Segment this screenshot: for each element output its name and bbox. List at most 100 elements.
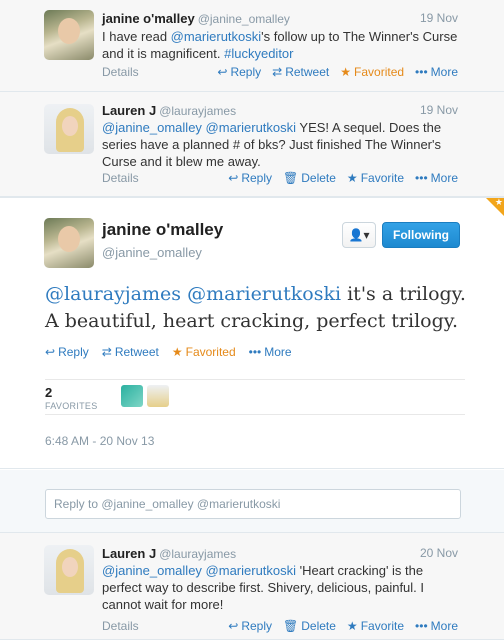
reply-action[interactable]: ↩ Reply (217, 65, 261, 79)
mention-link[interactable]: @marierutkoski (187, 283, 341, 305)
favorited-action[interactable]: ★ Favorited (340, 65, 404, 79)
mention-link[interactable]: @marierutkoski (206, 563, 297, 578)
tweet-date[interactable]: 19 Nov (420, 103, 458, 117)
favorite-action[interactable]: ★ Favorite (347, 619, 404, 633)
favorites-stats[interactable]: 2 FAVORITES (45, 379, 465, 415)
favorited-action[interactable]: ★ Favorited (172, 345, 236, 359)
delete-action[interactable]: 🗑 Delete (283, 171, 336, 185)
avatar[interactable] (44, 10, 94, 60)
author-handle: @janine_omalley (197, 12, 290, 26)
tweet-date[interactable]: 19 Nov (420, 11, 458, 25)
author-handle[interactable]: @janine_omalley (102, 245, 202, 260)
avatar[interactable] (44, 545, 94, 595)
mention-link[interactable]: @laurayjames (45, 283, 181, 305)
tweet-actions: Details ↩ Reply ⇄ Retweet ★ Favorited ••• Mo… (102, 65, 458, 81)
retweet-action[interactable]: ⇄ Retweet (272, 65, 329, 79)
following-button[interactable]: Following (382, 222, 460, 248)
trash-icon: 🗑 (283, 171, 299, 185)
follow-controls: 👤▾ Following (342, 222, 460, 248)
reply-icon: ↩ (228, 619, 239, 633)
retweet-action[interactable]: ⇄ Retweet (102, 345, 159, 359)
reply-action[interactable]: ↩ Reply (228, 171, 272, 185)
favorited-label: Favorited (185, 345, 236, 359)
details-link[interactable]: Details (102, 65, 139, 79)
favorites-label: FAVORITES (45, 401, 98, 411)
user-actions-dropdown[interactable]: 👤▾ (342, 222, 376, 248)
more-action[interactable]: ••• More (249, 345, 292, 359)
details-link[interactable]: Details (102, 619, 139, 633)
author-name: janine o'malley (102, 11, 195, 26)
delete-action[interactable]: 🗑 Delete (283, 619, 336, 633)
mention-link[interactable]: @janine_omalley (102, 120, 202, 135)
favorite-label: Favorite (360, 619, 405, 633)
delete-label: Delete (301, 619, 336, 633)
reply-icon: ↩ (217, 65, 228, 79)
tweet-actions: Details ↩ Reply 🗑 Delete ★ Favorite ••• More (102, 619, 458, 635)
mention-link[interactable]: @marierutkoski (171, 29, 262, 44)
tweet-text: @janine_omalley @marierutkoski YES! A se… (102, 119, 462, 170)
tweet-author[interactable]: Lauren J @laurayjames (102, 546, 236, 561)
tweet-text: @janine_omalley @marierutkoski 'Heart cr… (102, 562, 462, 613)
reply-label: Reply (241, 171, 272, 185)
avatar[interactable] (44, 218, 94, 268)
more-label: More (430, 65, 458, 79)
tweet-actions: ↩ Reply ⇄ Retweet ★ Favorited ••• More (45, 345, 292, 361)
reply-input[interactable]: Reply to @janine_omalley @marierutkoski (45, 489, 461, 519)
tweet-text: I have read @marierutkoski's follow up t… (102, 28, 462, 62)
retweet-icon: ⇄ (101, 345, 112, 359)
tweet-janine-1[interactable]: janine o'malley @janine_omalley 19 Nov I … (0, 0, 504, 92)
tweet-date[interactable]: 20 Nov (420, 546, 458, 560)
author-name: Lauren J (102, 546, 157, 561)
tweet-text-part: I have read (102, 29, 171, 44)
author-name[interactable]: janine o'malley (102, 220, 223, 240)
favorited-label: Favorited (354, 65, 405, 79)
more-dots-icon: ••• (248, 345, 262, 359)
favoriter-avatar[interactable] (147, 385, 169, 407)
more-dots-icon: ••• (415, 65, 428, 79)
retweet-label: Retweet (114, 345, 159, 359)
star-icon: ★ (346, 619, 358, 633)
tweet-author[interactable]: janine o'malley @janine_omalley (102, 11, 290, 26)
tweet-timestamp[interactable]: 6:48 AM - 20 Nov 13 (45, 434, 154, 448)
expanded-tweet: ★ janine o'malley @janine_omalley 👤▾ Fol… (0, 197, 504, 469)
reply-label: Reply (58, 345, 89, 359)
mention-link[interactable]: @janine_omalley (102, 563, 202, 578)
avatar[interactable] (44, 104, 94, 154)
person-icon: 👤▾ (348, 228, 370, 242)
reply-icon: ↩ (45, 345, 56, 359)
favoriter-avatar[interactable] (121, 385, 143, 407)
reply-icon: ↩ (228, 171, 239, 185)
tweet-actions: Details ↩ Reply 🗑 Delete ★ Favorite ••• More (102, 171, 458, 187)
author-handle: @laurayjames (159, 104, 237, 118)
more-action[interactable]: ••• More (415, 171, 458, 185)
retweet-label: Retweet (285, 65, 330, 79)
more-action[interactable]: ••• More (415, 65, 458, 79)
tweet-lauren-2[interactable]: Lauren J @laurayjames 20 Nov @janine_omal… (0, 532, 504, 640)
tweet-lauren-1[interactable]: Lauren J @laurayjames 19 Nov @janine_omal… (0, 92, 504, 197)
favorite-action[interactable]: ★ Favorite (347, 171, 404, 185)
mention-link[interactable]: @marierutkoski (206, 120, 297, 135)
reply-area: Reply to @janine_omalley @marierutkoski (0, 470, 504, 532)
more-dots-icon: ••• (415, 619, 428, 633)
favorites-count: 2 (45, 385, 53, 400)
retweet-icon: ⇄ (272, 65, 283, 79)
star-icon: ★ (340, 65, 352, 79)
hashtag-link[interactable]: #luckyeditor (224, 46, 293, 61)
star-icon: ★ (346, 171, 358, 185)
details-link[interactable]: Details (102, 171, 139, 185)
star-icon: ★ (494, 197, 503, 207)
more-action[interactable]: ••• More (415, 619, 458, 633)
reply-label: Reply (241, 619, 272, 633)
author-name: Lauren J (102, 103, 157, 118)
more-label: More (430, 171, 458, 185)
delete-label: Delete (301, 171, 336, 185)
trash-icon: 🗑 (283, 619, 299, 633)
tweet-text: @laurayjames @marierutkoski it's a trilo… (45, 281, 475, 335)
more-label: More (264, 345, 292, 359)
favorite-label: Favorite (360, 171, 405, 185)
tweet-author[interactable]: Lauren J @laurayjames (102, 103, 236, 118)
reply-action[interactable]: ↩ Reply (45, 345, 89, 359)
reply-action[interactable]: ↩ Reply (228, 619, 272, 633)
more-label: More (430, 619, 458, 633)
reply-label: Reply (230, 65, 262, 79)
